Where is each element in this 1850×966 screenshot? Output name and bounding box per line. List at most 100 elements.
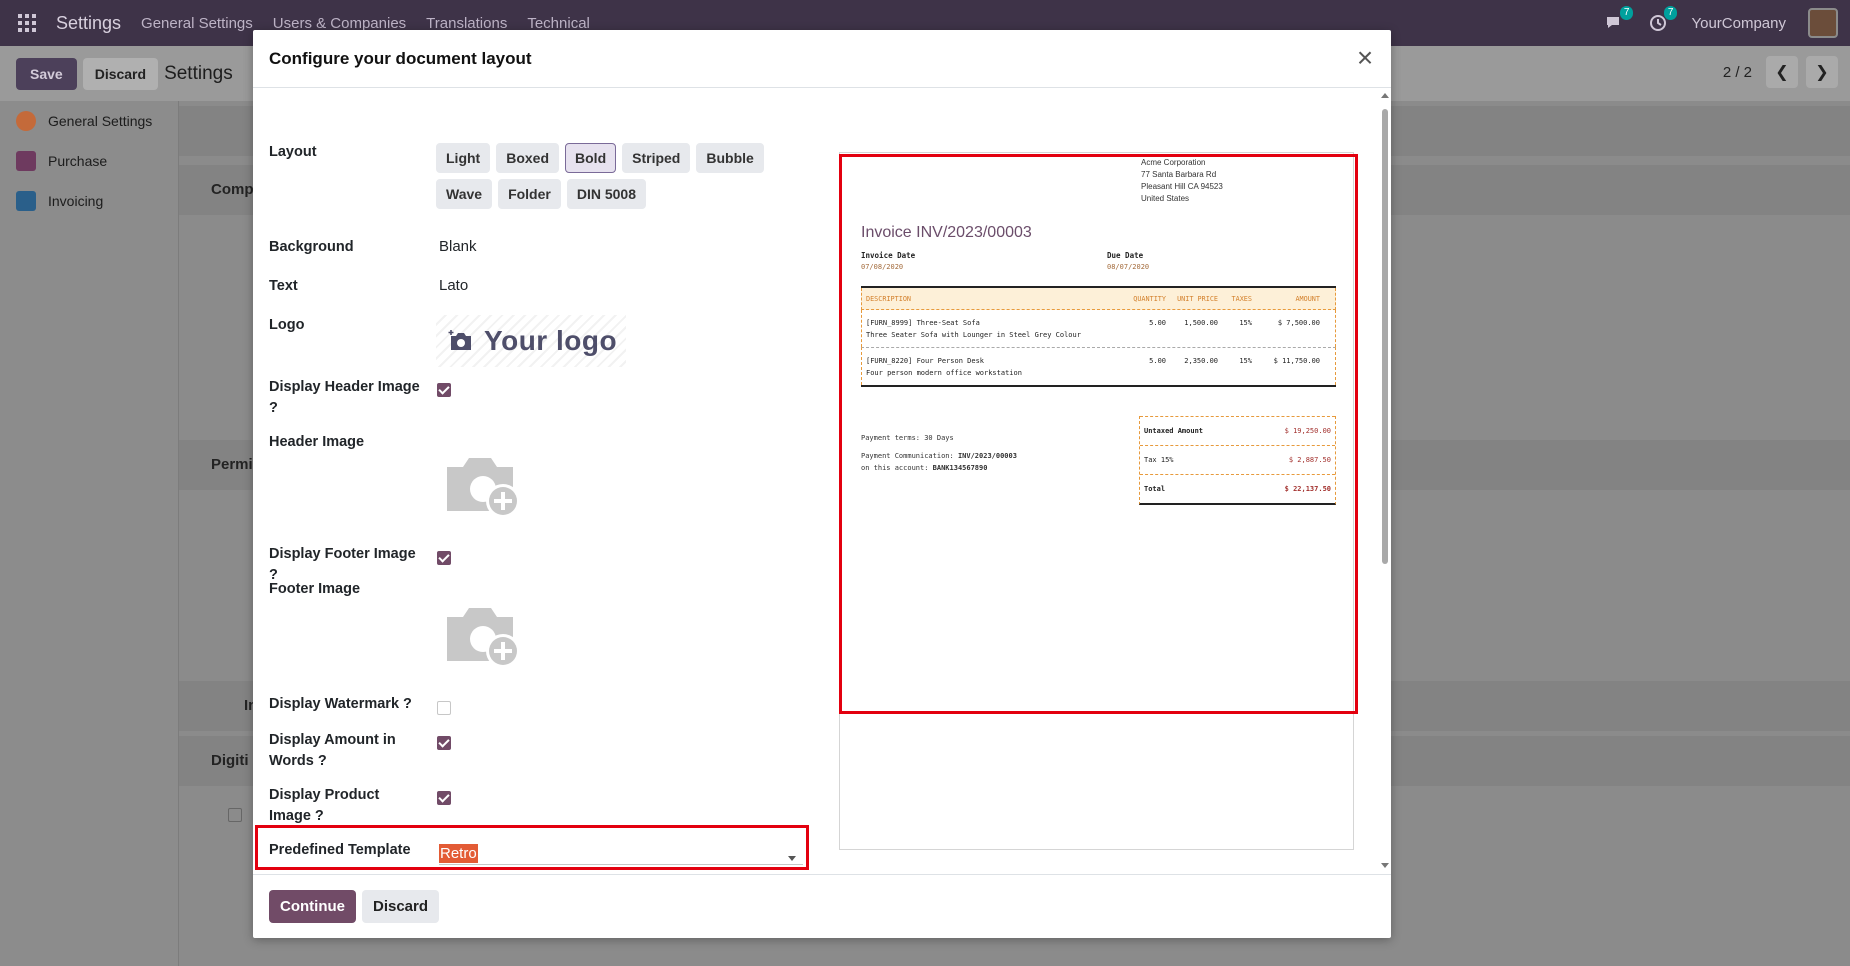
nav-users-companies[interactable]: Users & Companies xyxy=(273,15,406,32)
footer-image-label: Footer Image xyxy=(269,581,361,597)
header-image-label: Header Image xyxy=(269,434,365,450)
table-row: [FURN_8999] Three-Seat Sofa Three Seater … xyxy=(861,310,1336,347)
save-button[interactable]: Save xyxy=(16,57,77,90)
chevron-down-icon[interactable] xyxy=(788,856,796,861)
column-header: AMOUNT xyxy=(1295,294,1320,303)
font-select[interactable]: Lato xyxy=(439,277,468,294)
row-amount: $ 7,500.00 xyxy=(1277,319,1320,327)
layout-label: Layout xyxy=(269,144,317,160)
layout-striped-button[interactable]: Striped xyxy=(622,143,691,173)
messages-badge: 7 xyxy=(1619,6,1634,20)
logo-upload[interactable]: Your logo xyxy=(436,315,626,367)
dialog-header: Configure your document layout × xyxy=(253,30,1391,88)
purchase-icon xyxy=(16,151,36,171)
predefined-template-select[interactable]: Retro xyxy=(439,844,478,863)
payment-account: on this account: BANK134567890 xyxy=(861,462,1017,474)
layout-bold-button[interactable]: Bold xyxy=(565,143,617,173)
company-line: Pleasant Hill CA 94523 xyxy=(1141,182,1223,191)
layout-selector: Light Boxed Bold Striped Bubble Wave Fol… xyxy=(436,143,796,209)
logo-placeholder-text: Your logo xyxy=(484,325,618,356)
untaxed-amount-row: Untaxed Amount $ 19,250.00 xyxy=(1140,416,1335,445)
payment-communication: Payment Communication: INV/2023/00003 xyxy=(861,450,1017,462)
column-header: QUANTITY xyxy=(1133,294,1166,303)
company-line: Acme Corporation xyxy=(1141,158,1206,167)
payment-info: Payment terms: 30 Days Payment Communica… xyxy=(861,432,1017,474)
page-title: Settings xyxy=(164,62,233,84)
display-footer-image-checkbox[interactable] xyxy=(437,551,451,565)
row-amount: $ 11,750.00 xyxy=(1273,357,1320,365)
untaxed-label: Untaxed Amount xyxy=(1144,427,1204,435)
nav-translations[interactable]: Translations xyxy=(426,15,507,32)
company-switcher[interactable]: YourCompany xyxy=(1691,15,1786,32)
image-placeholder-icon[interactable] xyxy=(443,449,525,521)
total-row: Total $ 22,137.50 xyxy=(1140,474,1335,503)
chevron-right-icon: ❯ xyxy=(1815,64,1829,81)
sidebar-item-purchase[interactable]: Purchase xyxy=(0,141,178,181)
scroll-down-arrow-icon[interactable] xyxy=(1381,863,1389,868)
activities-icon[interactable]: 7 xyxy=(1647,6,1678,34)
company-line: 77 Santa Barbara Rd xyxy=(1141,170,1217,179)
background-select[interactable]: Blank xyxy=(439,238,477,255)
row-quantity: 5.00 xyxy=(1149,319,1166,327)
display-watermark-checkbox[interactable] xyxy=(437,701,451,715)
systray: 7 7 YourCompany xyxy=(1603,0,1850,46)
dialog-footer: Continue Discard xyxy=(253,874,1391,938)
total-value: $ 22,137.50 xyxy=(1284,485,1331,493)
pager-value[interactable]: 2 / 2 xyxy=(1723,64,1752,81)
logo-label: Logo xyxy=(269,317,305,333)
layout-bubble-button[interactable]: Bubble xyxy=(696,143,764,173)
invoice-title: Invoice INV/2023/00003 xyxy=(861,224,1032,241)
nav-technical[interactable]: Technical xyxy=(527,15,590,32)
scroll-thumb[interactable] xyxy=(1382,109,1388,564)
row-taxes: 15% xyxy=(1239,319,1252,327)
bg-section-label: Comp xyxy=(211,181,254,198)
pager-previous-button[interactable]: ❮ xyxy=(1766,56,1798,88)
product-description: Four person modern office workstation xyxy=(866,369,1022,377)
layout-din5008-button[interactable]: DIN 5008 xyxy=(566,179,646,209)
select-underline xyxy=(439,864,803,865)
app-brand[interactable]: Settings xyxy=(56,13,121,34)
user-avatar[interactable] xyxy=(1808,8,1838,38)
row-taxes: 15% xyxy=(1239,357,1252,365)
layout-light-button[interactable]: Light xyxy=(436,143,491,173)
display-header-image-label: Display Header Image ? xyxy=(269,379,420,416)
apps-menu-icon[interactable] xyxy=(18,14,36,32)
display-product-image-label: Display Product Image ? xyxy=(269,787,380,824)
dialog-body: Layout Light Boxed Bold Striped Bubble W… xyxy=(253,89,1391,874)
dialog-scrollbar[interactable] xyxy=(1379,89,1391,874)
text-label: Text xyxy=(269,278,298,294)
nav-general-settings[interactable]: General Settings xyxy=(141,15,253,32)
pager-next-button[interactable]: ❯ xyxy=(1806,56,1838,88)
scroll-up-arrow-icon[interactable] xyxy=(1381,93,1389,98)
close-icon[interactable]: × xyxy=(1351,44,1379,72)
layout-wave-button[interactable]: Wave xyxy=(436,179,493,209)
discard-dialog-button[interactable]: Discard xyxy=(362,890,440,923)
invoicing-icon xyxy=(16,191,36,211)
column-header: DESCRIPTION xyxy=(866,294,912,303)
sidebar-item-label: Purchase xyxy=(48,153,108,169)
row-quantity: 5.00 xyxy=(1149,357,1166,365)
sidebar-item-label: Invoicing xyxy=(48,193,104,209)
display-header-image-checkbox[interactable] xyxy=(437,383,451,397)
due-date: 08/07/2020 xyxy=(1107,263,1150,271)
image-placeholder-icon[interactable] xyxy=(443,599,525,671)
tax-value: $ 2,887.50 xyxy=(1288,456,1331,464)
payment-account-label: on this account: xyxy=(861,464,929,472)
display-amount-words-checkbox[interactable] xyxy=(437,736,451,750)
bg-checkbox xyxy=(228,808,242,822)
row-unit-price: 2,350.00 xyxy=(1184,357,1218,365)
discard-button[interactable]: Discard xyxy=(82,57,159,90)
messages-icon[interactable]: 7 xyxy=(1603,6,1634,34)
sidebar-item-invoicing[interactable]: Invoicing xyxy=(0,181,178,221)
continue-button[interactable]: Continue xyxy=(269,890,356,923)
document-layout-dialog: Configure your document layout × Layout … xyxy=(253,30,1391,938)
payment-communication-value: INV/2023/00003 xyxy=(957,452,1017,460)
display-watermark-label: Display Watermark ? xyxy=(269,696,412,712)
layout-boxed-button[interactable]: Boxed xyxy=(496,143,560,173)
layout-folder-button[interactable]: Folder xyxy=(498,179,561,209)
display-product-image-checkbox[interactable] xyxy=(437,791,451,805)
sidebar-item-general-settings[interactable]: General Settings xyxy=(0,101,178,141)
camera-icon xyxy=(448,330,471,350)
background-label: Background xyxy=(269,239,354,255)
settings-sidebar: General Settings Purchase Invoicing xyxy=(0,101,179,966)
